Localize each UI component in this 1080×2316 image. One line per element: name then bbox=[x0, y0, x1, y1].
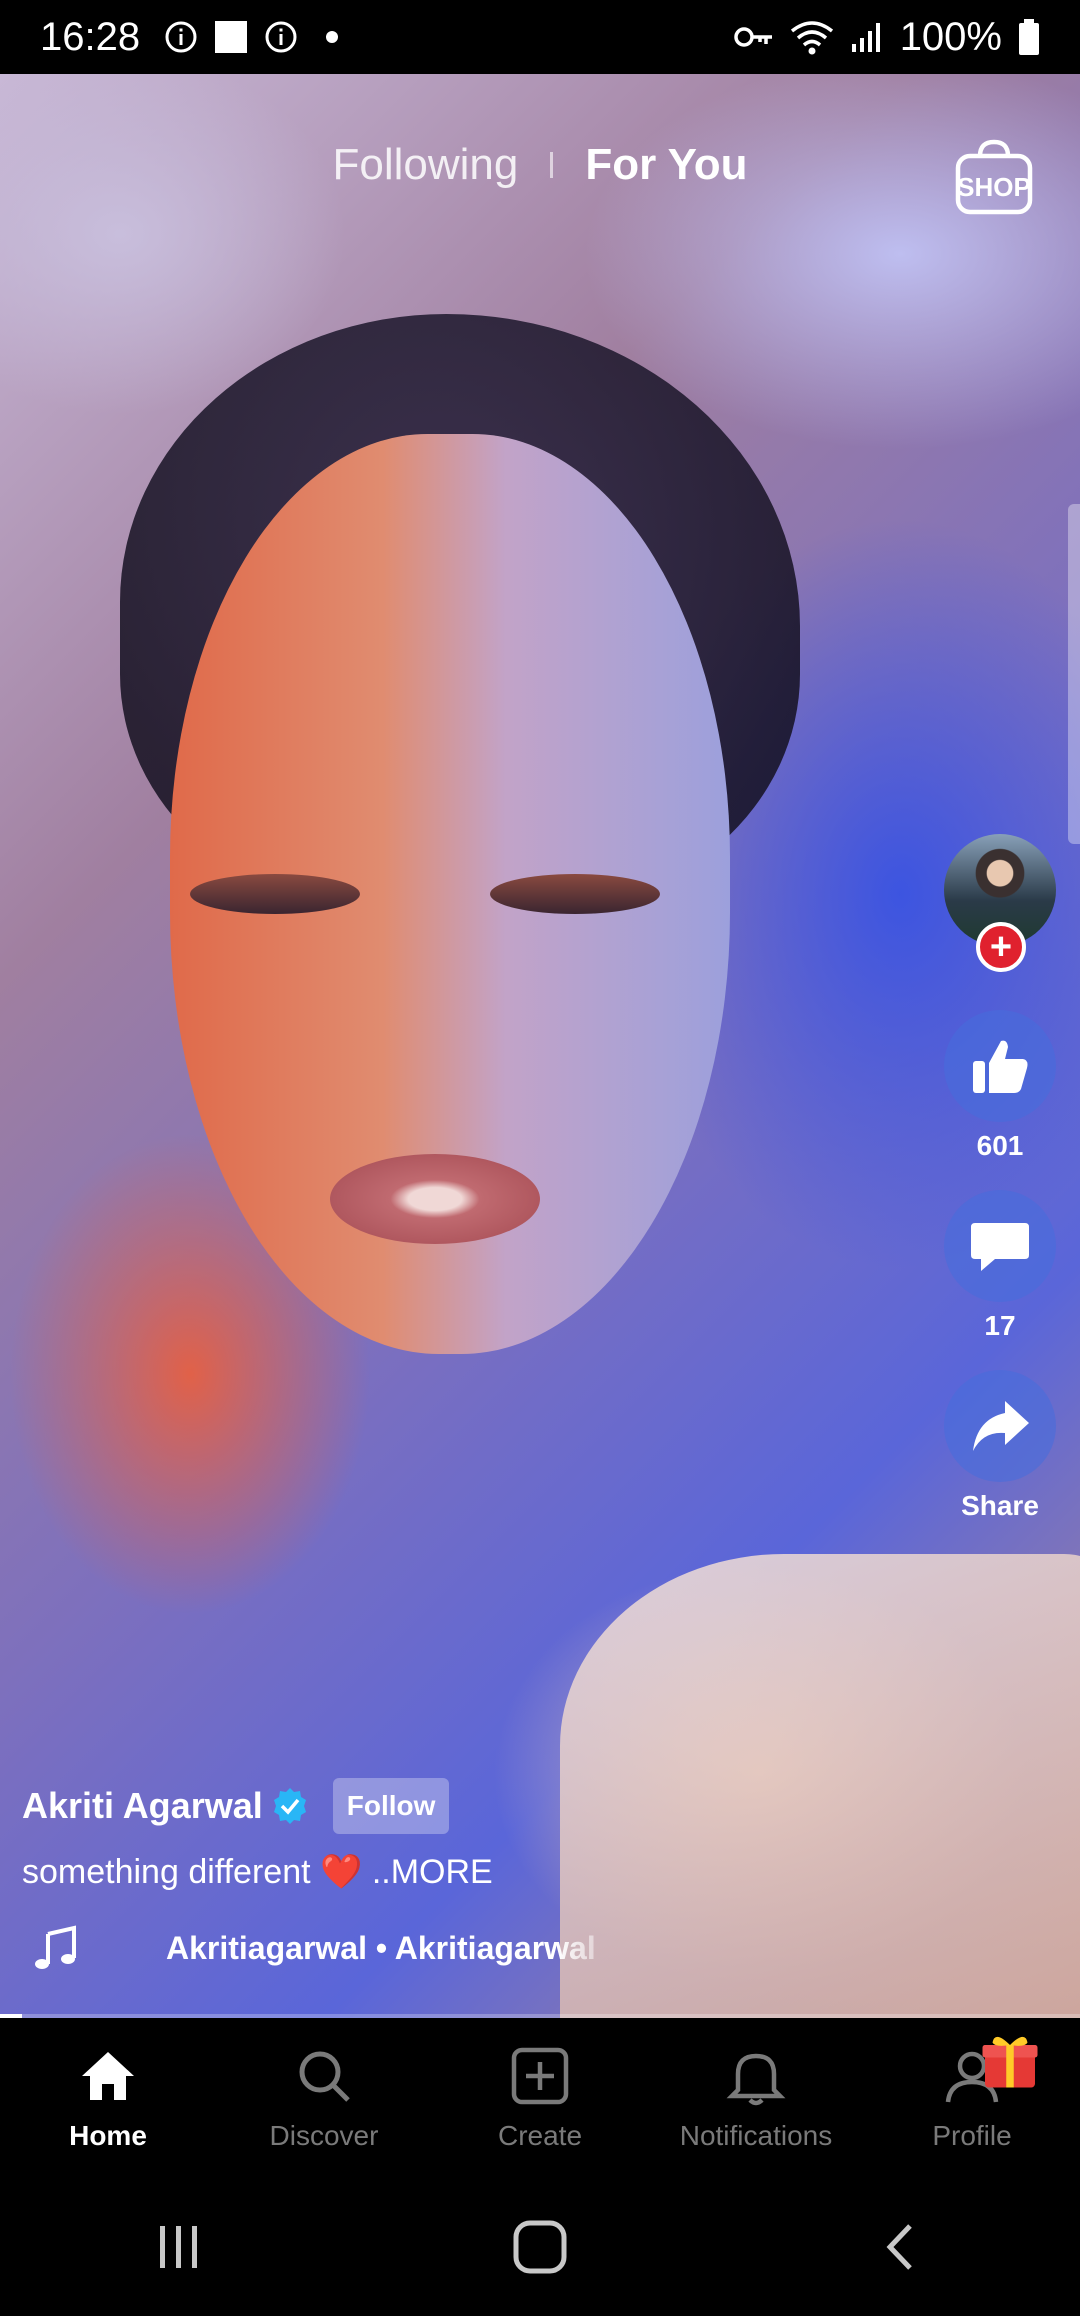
status-bar: 16:28 100% bbox=[0, 0, 1080, 74]
nav-home[interactable]: Home bbox=[0, 2018, 216, 2178]
battery-percent: 100% bbox=[899, 14, 1002, 59]
creator-avatar-button[interactable]: + bbox=[944, 834, 1056, 972]
gift-icon bbox=[982, 2036, 1038, 2088]
back-icon[interactable] bbox=[876, 2222, 926, 2272]
caption-text[interactable]: something different ❤️ ..MORE bbox=[22, 1852, 902, 1892]
video-subject-eye bbox=[490, 874, 660, 914]
caption-body: something different bbox=[22, 1853, 311, 1891]
tab-following[interactable]: Following bbox=[332, 140, 518, 190]
share-label: Share bbox=[961, 1490, 1039, 1521]
video-player[interactable] bbox=[0, 74, 1080, 2018]
nav-notifications[interactable]: Notifications bbox=[648, 2018, 864, 2178]
bell-icon bbox=[726, 2053, 786, 2106]
video-caption: Akriti Agarwal Follow something differen… bbox=[22, 1778, 902, 1972]
music-row[interactable]: Akritiagarwal • Akritiagarwal bbox=[22, 1924, 902, 1972]
status-time: 16:28 bbox=[40, 14, 141, 59]
info-icon bbox=[164, 20, 198, 54]
share-button[interactable] bbox=[944, 1370, 1056, 1482]
tab-for-you[interactable]: For You bbox=[585, 140, 747, 190]
like-count: 601 bbox=[976, 1130, 1024, 1161]
nav-notifications-label: Notifications bbox=[679, 2120, 833, 2151]
feed-tabs: Following For You bbox=[0, 140, 1080, 190]
signal-icon bbox=[850, 20, 884, 54]
comment-count: 17 bbox=[984, 1310, 1016, 1341]
video-subject-eye bbox=[190, 874, 360, 914]
verified-icon bbox=[273, 1788, 306, 1824]
author-name[interactable]: Akriti Agarwal bbox=[22, 1785, 263, 1827]
like-button[interactable] bbox=[944, 1010, 1056, 1122]
thumbs-up-icon bbox=[973, 1040, 1028, 1093]
music-title: Akritiagarwal • Akritiagarwal bbox=[166, 1929, 596, 1966]
home-icon bbox=[82, 2052, 134, 2100]
video-subject-lips bbox=[330, 1154, 540, 1244]
comment-button[interactable] bbox=[944, 1190, 1056, 1302]
nav-discover-label: Discover bbox=[269, 2120, 379, 2151]
battery-icon bbox=[1018, 19, 1040, 55]
tab-divider bbox=[550, 152, 554, 178]
recent-apps-icon[interactable] bbox=[154, 2222, 204, 2272]
follow-plus-icon[interactable]: + bbox=[976, 922, 1026, 972]
share-icon bbox=[973, 1401, 1029, 1451]
comment-icon bbox=[971, 1223, 1029, 1271]
more-link[interactable]: ..MORE bbox=[372, 1853, 493, 1891]
music-note-icon bbox=[35, 1925, 76, 1969]
wifi-icon bbox=[790, 19, 834, 55]
home-system-icon[interactable] bbox=[512, 2219, 568, 2275]
create-icon bbox=[511, 2047, 569, 2105]
shop-button[interactable]: SHOP bbox=[952, 134, 1036, 218]
notification-dot-icon bbox=[326, 31, 339, 43]
heart-emoji: ❤️ bbox=[320, 1853, 363, 1891]
nav-profile-label: Profile bbox=[932, 2120, 1012, 2151]
follow-button[interactable]: Follow bbox=[332, 1778, 450, 1834]
nav-create-label: Create bbox=[497, 2120, 583, 2151]
system-nav-bar bbox=[0, 2178, 1080, 2316]
side-scroll-indicator[interactable] bbox=[1068, 504, 1080, 844]
nav-create[interactable]: Create bbox=[432, 2018, 648, 2178]
shop-label: SHOP bbox=[957, 172, 1031, 202]
nav-home-label: Home bbox=[69, 2120, 147, 2151]
key-icon bbox=[733, 24, 774, 50]
bottom-nav: Home Discover Create Notifications Profi… bbox=[0, 2018, 1080, 2178]
info-icon bbox=[264, 20, 298, 54]
search-icon bbox=[299, 2051, 350, 2102]
square-icon bbox=[214, 20, 248, 54]
nav-discover[interactable]: Discover bbox=[216, 2018, 432, 2178]
action-rail: + 601 17 Share bbox=[944, 834, 1056, 1522]
nav-profile[interactable]: Profile bbox=[864, 2018, 1080, 2178]
